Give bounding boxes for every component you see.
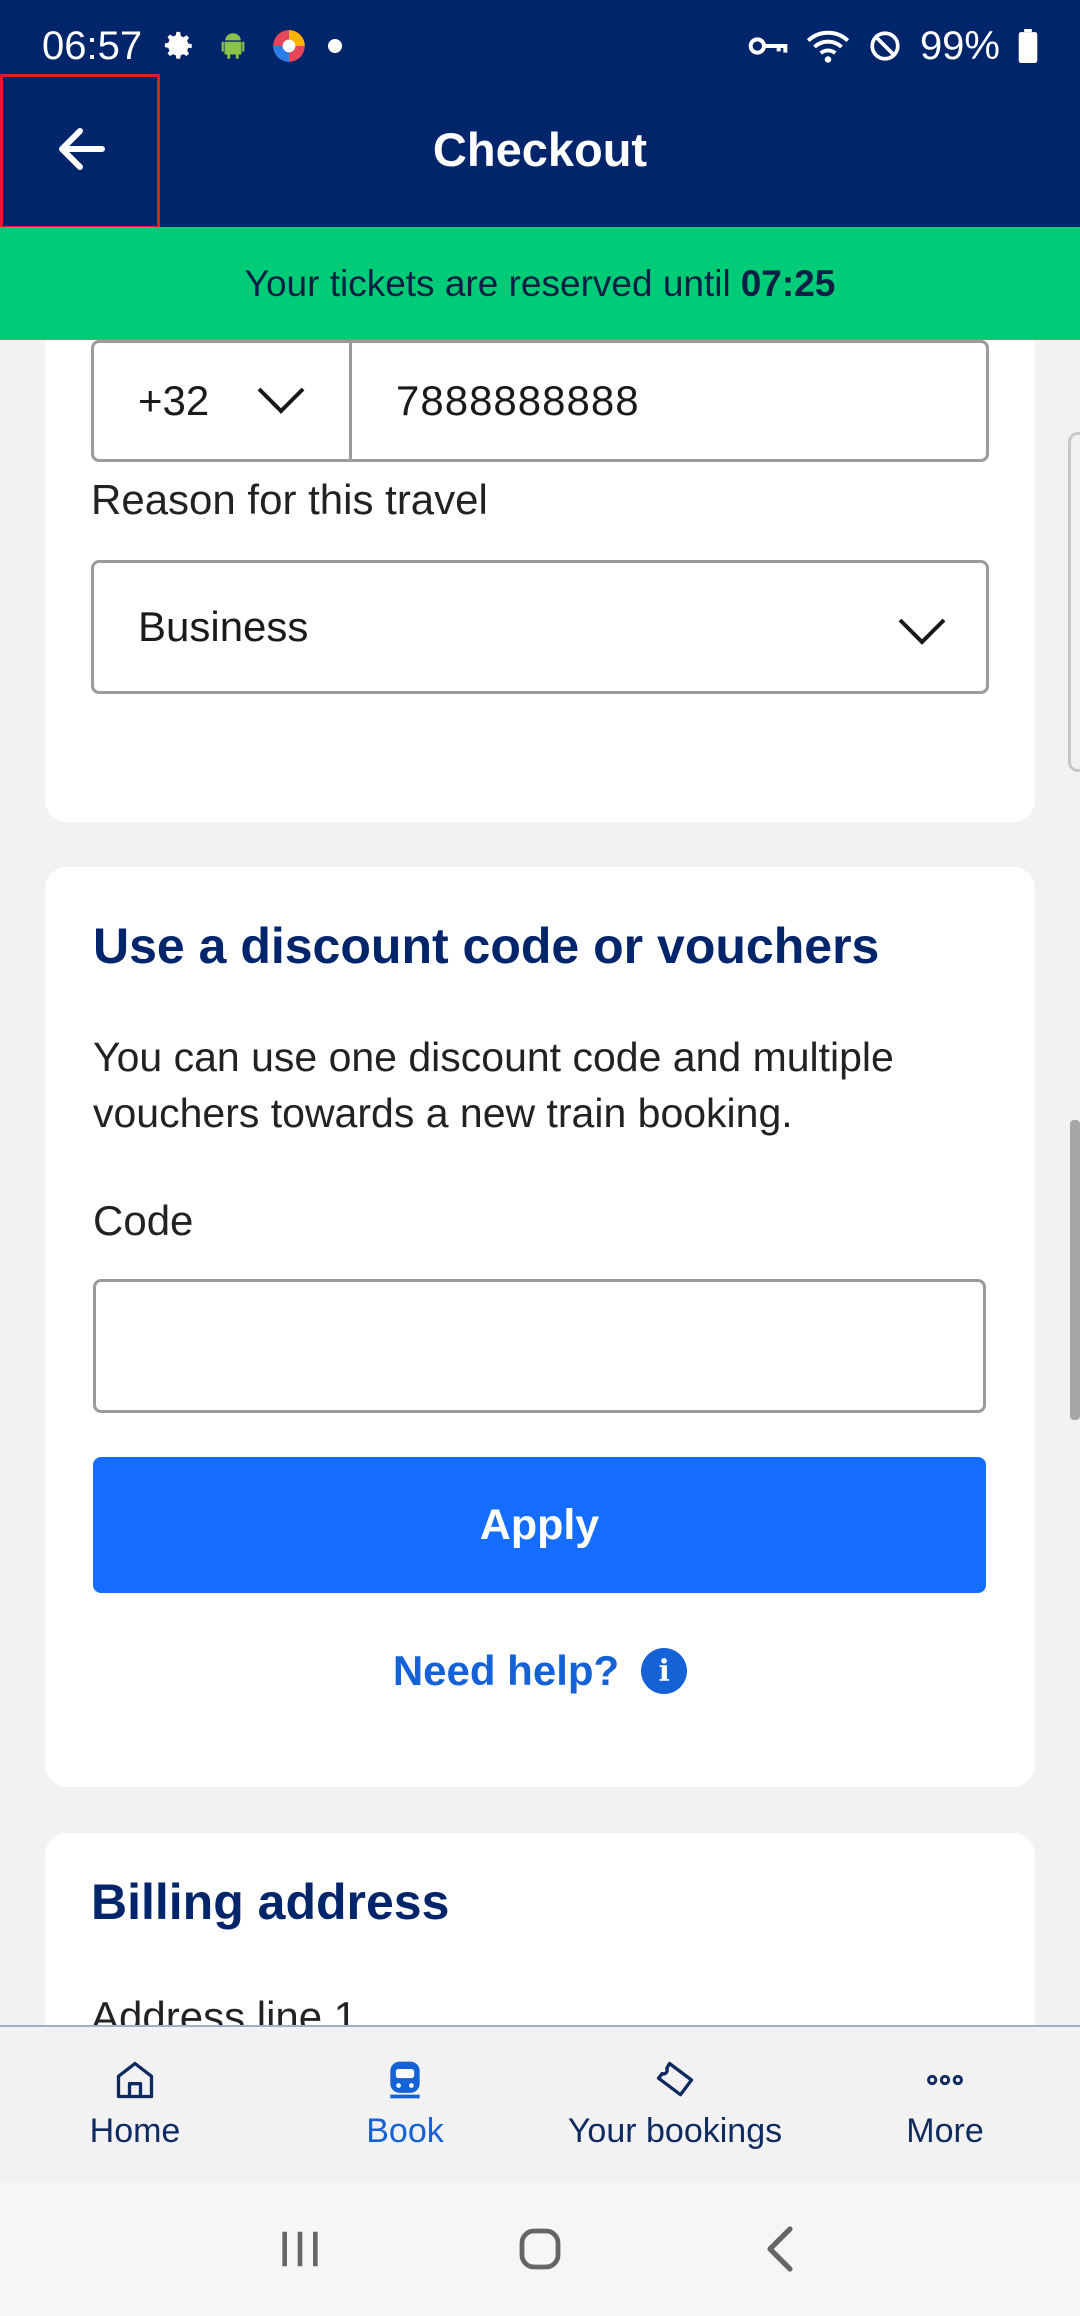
home-icon xyxy=(113,2058,157,2102)
browser-icon xyxy=(270,27,308,65)
contact-card: +32 7888888888 Reason for this travel Bu… xyxy=(45,340,1035,822)
chevron-down-icon xyxy=(898,608,946,656)
more-icon xyxy=(923,2058,967,2102)
nav-label-home: Home xyxy=(89,2112,181,2150)
back-button-icon[interactable] xyxy=(740,2209,820,2289)
gear-icon xyxy=(162,29,196,63)
info-icon: i xyxy=(641,1648,688,1694)
recent-apps-icon[interactable] xyxy=(260,2209,340,2289)
train-icon xyxy=(383,2058,427,2102)
discount-card: Use a discount code or vouchers You can … xyxy=(45,867,1035,1787)
apply-button[interactable]: Apply xyxy=(93,1457,986,1593)
billing-title: Billing address xyxy=(91,1874,450,1930)
need-help-link[interactable]: Need help? i xyxy=(45,1647,1035,1695)
need-help-label: Need help? xyxy=(392,1647,620,1694)
status-time: 06:57 xyxy=(42,23,143,68)
battery-percent: 99% xyxy=(919,23,1000,68)
bottom-navigation: Home Book Your bookings More xyxy=(0,2025,1080,2182)
home-button-icon[interactable] xyxy=(500,2209,580,2289)
address-line-label: Address line 1 xyxy=(91,1993,358,2025)
chevron-down-icon xyxy=(257,377,305,425)
code-label: Code xyxy=(93,1197,194,1244)
edge-panel-handle[interactable] xyxy=(1068,432,1080,772)
ticket-icon xyxy=(653,2058,697,2102)
android-icon xyxy=(216,29,250,63)
reason-select[interactable]: Business xyxy=(91,560,989,694)
system-navigation xyxy=(0,2182,1080,2316)
app-header: Checkout xyxy=(0,74,1080,229)
nav-label-more: More xyxy=(906,2112,984,2150)
nav-label-book: Book xyxy=(366,2112,444,2150)
phone-field-group: +32 7888888888 xyxy=(91,340,989,462)
nav-item-bookings[interactable]: Your bookings xyxy=(540,2027,810,2182)
nav-item-book[interactable]: Book xyxy=(270,2027,540,2182)
discount-title: Use a discount code or vouchers xyxy=(93,918,880,974)
page-title: Checkout xyxy=(432,123,648,176)
reason-value: Business xyxy=(138,603,309,650)
key-icon xyxy=(748,31,788,61)
battery-icon xyxy=(1018,29,1038,63)
country-code-select[interactable]: +32 xyxy=(94,343,352,459)
reservation-time: 07:25 xyxy=(740,262,836,304)
dot-icon xyxy=(328,39,343,53)
status-bar: 06:57 99% xyxy=(0,0,1080,92)
discount-description: You can use one discount code and multip… xyxy=(93,1034,894,1136)
phone-number-input[interactable]: 7888888888 xyxy=(352,343,986,459)
reservation-text: Your tickets are reserved until xyxy=(244,262,731,304)
billing-card: Billing address Address line 1 xyxy=(45,1833,1035,2025)
nav-label-bookings: Your bookings xyxy=(567,2112,783,2150)
scrollbar[interactable] xyxy=(1070,1120,1080,1420)
reservation-banner: Your tickets are reserved until 07:25 xyxy=(0,227,1080,340)
wifi-icon xyxy=(806,28,850,64)
nav-item-more[interactable]: More xyxy=(810,2027,1080,2182)
country-code-value: +32 xyxy=(138,377,210,424)
blocked-icon xyxy=(868,29,902,63)
reason-label: Reason for this travel xyxy=(91,476,488,523)
checkout-content[interactable]: +32 7888888888 Reason for this travel Bu… xyxy=(0,340,1080,2025)
code-input[interactable] xyxy=(93,1279,986,1413)
nav-item-home[interactable]: Home xyxy=(0,2027,270,2182)
